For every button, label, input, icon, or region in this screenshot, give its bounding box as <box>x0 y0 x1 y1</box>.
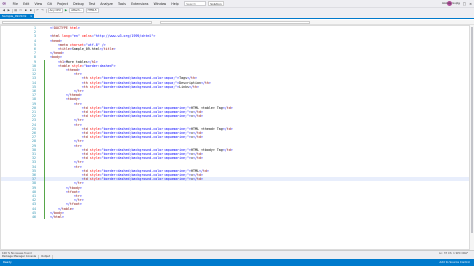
nav-dropdown-left[interactable] <box>2 20 152 25</box>
code-text: </html> <box>50 215 64 219</box>
attach-select[interactable]: Attach... <box>69 8 85 13</box>
new-file-icon[interactable]: ▤ <box>14 8 18 13</box>
menu-item-file[interactable]: File <box>10 2 21 6</box>
menu-item-git[interactable]: Git <box>45 2 55 6</box>
forward-icon[interactable]: ▶ <box>7 8 11 13</box>
close-icon[interactable]: × <box>469 2 472 6</box>
cursor-position: Ln: 37 Ch: 1 SPC CRLF <box>439 251 468 255</box>
save-icon[interactable]: ▪ <box>24 8 28 13</box>
menu-item-analyze[interactable]: Analyze <box>98 2 116 6</box>
document-tab-bar: Sample_09.html × <box>0 13 474 19</box>
maximize-icon[interactable]: □ <box>463 2 466 6</box>
search-input[interactable]: Search <box>184 1 207 6</box>
menu-item-tools[interactable]: Tools <box>115 2 128 6</box>
vertical-scrollbar[interactable] <box>470 25 474 250</box>
tab-sample-09[interactable]: Sample_09.html × <box>0 13 34 20</box>
menu-items: File Edit View Git Project Debug Test Analyze To… <box>10 2 181 6</box>
status-text: Ready <box>3 260 12 264</box>
menu-item-extensions[interactable]: Extensions <box>129 2 152 6</box>
line-number: 46 <box>32 215 36 219</box>
save-all-icon[interactable]: ▪ <box>29 8 33 13</box>
solution-name[interactable]: Solution <box>208 1 224 6</box>
minimize-icon[interactable]: – <box>458 2 460 6</box>
menu-item-help[interactable]: Help <box>169 2 181 6</box>
change-indicator <box>44 215 46 220</box>
status-bar: Ready Add to Source Control <box>0 259 474 266</box>
run-icon[interactable]: ▶ <box>64 8 68 13</box>
menu-item-test[interactable]: Test <box>86 2 97 6</box>
tab-label: Sample_09.html <box>2 13 27 18</box>
source-control-button[interactable]: Add to Source Control <box>439 259 470 266</box>
redo-icon[interactable]: ↷ <box>41 8 45 13</box>
menu-item-window[interactable]: Window <box>151 2 169 6</box>
scrollbar-thumb[interactable] <box>470 27 474 233</box>
window-controls: – □ × <box>458 0 472 7</box>
visual-studio-logo-icon: ∞ <box>2 0 7 7</box>
menu-item-debug[interactable]: Debug <box>71 2 87 6</box>
menu-item-view[interactable]: View <box>32 2 45 6</box>
code-line[interactable]: 46 </html> <box>0 215 470 220</box>
menu-item-edit[interactable]: Edit <box>21 2 32 6</box>
nav-dropdown-right[interactable] <box>160 20 310 25</box>
menu-item-project[interactable]: Project <box>54 2 70 6</box>
back-icon[interactable]: ◀ <box>2 8 6 13</box>
platform-select[interactable]: Any CPU <box>47 8 63 13</box>
open-folder-icon[interactable]: ▭ <box>19 8 23 13</box>
close-tab-icon[interactable]: × <box>30 14 33 20</box>
menu-bar: ∞ File Edit View Git Project Debug Test Analyze… <box>0 0 474 7</box>
undo-icon[interactable]: ↶ <box>36 8 40 13</box>
run-target-select[interactable]: HTML5 <box>85 8 99 13</box>
editor-status-strip: 100 % No issues found Ln: 37 Ch: 1 SPC C… <box>0 250 474 260</box>
code-editor[interactable]: 1 <!DOCTYPE html> 2 3 <html lang="en" xmlns=… <box>0 25 470 250</box>
